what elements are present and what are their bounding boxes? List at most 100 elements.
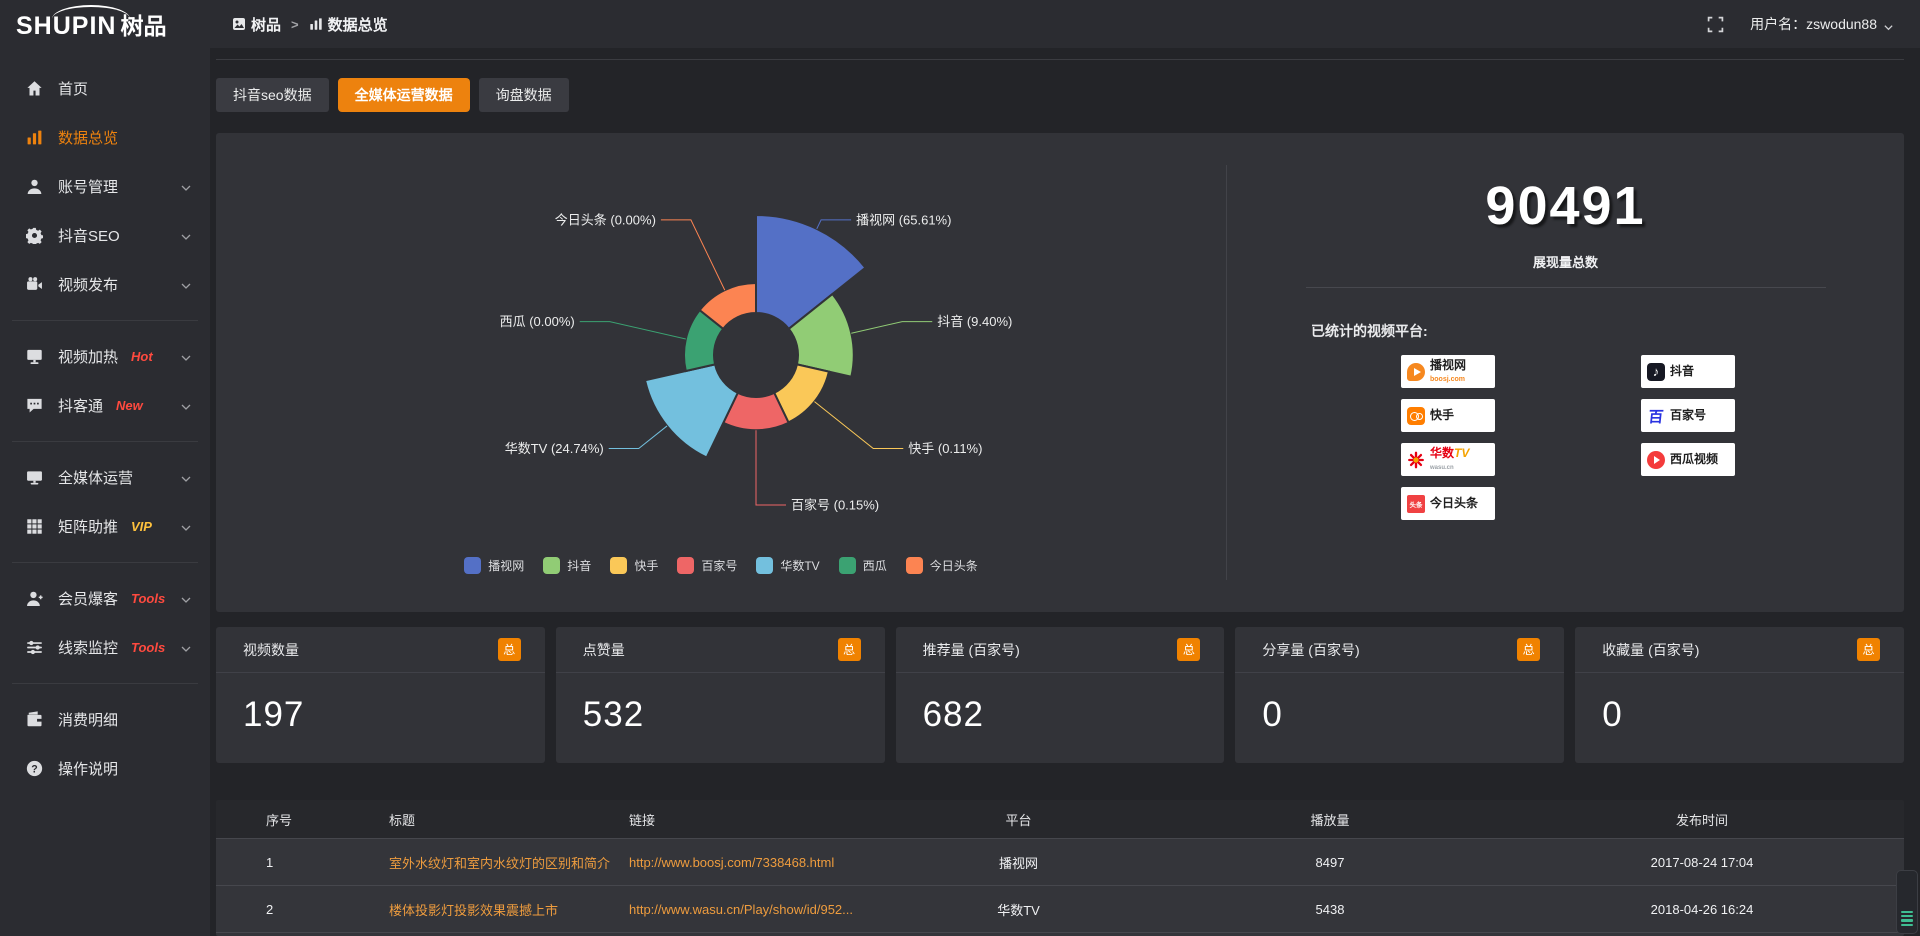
sidebar-divider [12, 441, 198, 442]
platform-name: 华数TVwasu.cn [1430, 447, 1469, 473]
chart-legend: 播视网 抖音 快手 百家号 华数TV 西瓜 今日头条 [216, 557, 1226, 574]
cell-platform: 华数TV [877, 900, 1160, 919]
legend-swatch [677, 557, 694, 574]
stat-card-4: 收藏量 (百家号)总0 [1575, 627, 1904, 763]
sidebar-item-6[interactable]: 视频加热Hot [0, 332, 210, 381]
sidebar-item-0[interactable]: 首页 [0, 64, 210, 113]
sidebar-divider [12, 562, 198, 563]
legend-swatch [464, 557, 481, 574]
pie-label-华数TV: 华数TV (24.74%) [505, 441, 604, 456]
platform-name: 播视网boosj.com [1430, 359, 1466, 385]
sidebar-item-badge: Hot [131, 349, 153, 364]
top-bar: SHUPIN 树品 树品 > 数据总览 用户名：zswodun88 [0, 0, 1920, 48]
sidebar-item-15[interactable]: 消费明细 [0, 695, 210, 744]
legend-item-今日头条[interactable]: 今日头条 [906, 557, 978, 574]
stat-card-value: 532 [556, 673, 885, 735]
svg-text:?: ? [31, 763, 37, 775]
logo-text-cn: 树品 [120, 7, 166, 41]
sidebar-item-label: 数据总览 [58, 127, 118, 148]
legend-label: 西瓜 [863, 557, 887, 574]
legend-swatch [756, 557, 773, 574]
total-badge: 总 [1517, 638, 1540, 661]
sidebar-item-12[interactable]: 会员爆客Tools [0, 574, 210, 623]
chevron-down-icon [180, 521, 192, 533]
pie-label-line [756, 430, 786, 505]
stat-card-0: 视频数量总197 [216, 627, 545, 763]
cell-url-link[interactable]: http://www.boosj.com/7338468.html [625, 855, 877, 870]
user-icon [26, 178, 43, 195]
sidebar-divider [12, 683, 198, 684]
cell-time: 2018-04-26 16:24 [1500, 902, 1904, 917]
platform-sub: boosj.com [1430, 376, 1465, 383]
pie-label-快手: 快手 (0.11%) [908, 441, 982, 456]
table-row-partial [216, 932, 1904, 936]
fullscreen-icon[interactable] [1707, 16, 1724, 33]
sidebar-item-9[interactable]: 全媒体运营 [0, 453, 210, 502]
username-label: 用户名：zswodun88 [1750, 14, 1877, 34]
legend-item-百家号[interactable]: 百家号 [677, 557, 737, 574]
chevron-down-icon [180, 593, 192, 605]
pie-label-line [851, 322, 932, 334]
platform-chip-抖音: ♪抖音 [1641, 355, 1735, 388]
sidebar-item-3[interactable]: 抖音SEO [0, 211, 210, 260]
sidebar-item-16[interactable]: ?操作说明 [0, 744, 210, 793]
breadcrumb-root[interactable]: 树品 [232, 14, 281, 35]
sidebar-item-badge: VIP [131, 519, 152, 534]
chevron-down-icon [180, 400, 192, 412]
stat-card-value: 0 [1235, 673, 1564, 735]
legend-item-华数TV[interactable]: 华数TV [756, 557, 819, 574]
topbar-right: 用户名：zswodun88 [1707, 14, 1920, 34]
legend-item-抖音[interactable]: 抖音 [543, 557, 591, 574]
legend-item-快手[interactable]: 快手 [610, 557, 658, 574]
total-badge: 总 [838, 638, 861, 661]
chevron-down-icon [180, 181, 192, 193]
floating-helper-widget[interactable] [1896, 870, 1918, 934]
stat-card-head: 点赞量总 [556, 627, 885, 673]
sidebar-item-label: 矩阵助推 [58, 516, 118, 537]
sidebar-item-badge: Tools [131, 640, 165, 655]
cell-url-link[interactable]: http://www.wasu.cn/Play/show/id/952... [625, 902, 877, 917]
chevron-down-icon [180, 230, 192, 242]
chart-panel: 播视网 (65.61%)抖音 (9.40%)快手 (0.11%)百家号 (0.1… [216, 133, 1904, 612]
platform-name: 百家号 [1670, 409, 1706, 422]
sidebar-item-7[interactable]: 抖客通New [0, 381, 210, 430]
user-menu[interactable]: 用户名：zswodun88 [1750, 14, 1894, 34]
sidebar-item-4[interactable]: 视频发布 [0, 260, 210, 309]
platform-logo-grid: 播视网boosj.com快手华数TVwasu.cn头条今日头条 ♪抖音百百家号西… [1227, 355, 1904, 545]
content-divider [216, 59, 1904, 60]
legend-item-播视网[interactable]: 播视网 [464, 557, 524, 574]
legend-label: 今日头条 [930, 557, 978, 574]
wasu-logo-icon [1407, 451, 1425, 469]
sidebar-item-1[interactable]: 数据总览 [0, 113, 210, 162]
pie-chart-canvas[interactable]: 播视网 (65.61%)抖音 (9.40%)快手 (0.11%)百家号 (0.1… [216, 133, 1226, 553]
pie-label-今日头条: 今日头条 (0.00%) [555, 212, 656, 227]
cell-title-link[interactable]: 楼体投影灯投影效果震撼上市 [385, 900, 625, 919]
breadcrumb-separator: > [291, 17, 299, 32]
chart-icon [26, 129, 43, 146]
tab-1[interactable]: 全媒体运营数据 [338, 78, 470, 112]
grid-icon [26, 518, 43, 535]
app-logo[interactable]: SHUPIN 树品 [0, 7, 210, 41]
screen-icon [26, 469, 43, 486]
platform-name: 快手 [1430, 409, 1454, 422]
legend-swatch [610, 557, 627, 574]
sidebar-item-13[interactable]: 线索监控Tools [0, 623, 210, 672]
sidebar-item-2[interactable]: 账号管理 [0, 162, 210, 211]
platform-chip-西瓜视频: 西瓜视频 [1641, 443, 1735, 476]
cell-title-link[interactable]: 室外水纹灯和室内水纹灯的区别和简介 [385, 853, 625, 872]
tab-0[interactable]: 抖音seo数据 [216, 78, 329, 112]
tab-2[interactable]: 询盘数据 [479, 78, 569, 112]
sidebar-item-label: 会员爆客 [58, 588, 118, 609]
breadcrumb-current[interactable]: 数据总览 [309, 14, 388, 35]
sidebar-item-label: 视频发布 [58, 274, 118, 295]
stat-card-3: 分享量 (百家号)总0 [1235, 627, 1564, 763]
chevron-down-icon [180, 472, 192, 484]
bar-chart-icon [309, 17, 323, 31]
legend-item-西瓜[interactable]: 西瓜 [839, 557, 887, 574]
sidebar-item-10[interactable]: 矩阵助推 VIP [0, 502, 210, 551]
pie-slice-华数TV[interactable] [645, 364, 738, 457]
kuaishou-logo-icon [1407, 407, 1425, 425]
pie-label-line [661, 220, 725, 290]
platform-chip-播视网: 播视网boosj.com [1401, 355, 1495, 388]
chevron-down-icon [180, 642, 192, 654]
